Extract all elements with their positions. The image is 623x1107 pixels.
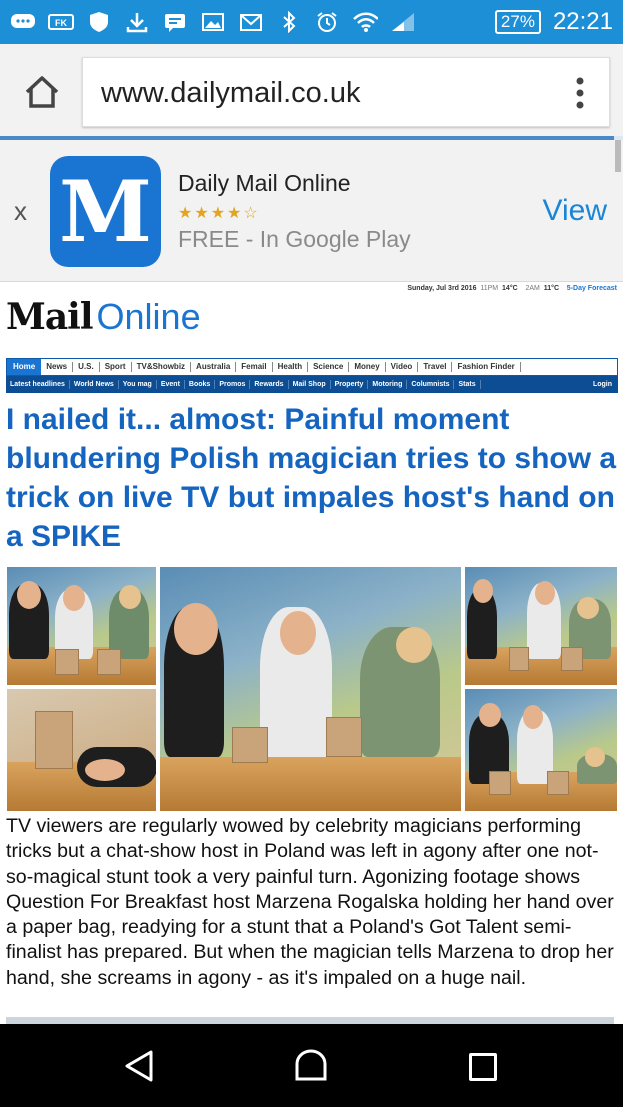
gmail-icon — [238, 11, 264, 33]
nav-item-australia[interactable]: Australia — [191, 362, 237, 372]
subnav-item-event[interactable]: Event — [157, 380, 185, 389]
fk-icon: FK — [48, 11, 74, 33]
back-icon[interactable] — [123, 1049, 155, 1088]
home-nav-icon[interactable] — [293, 1047, 329, 1088]
photo-4 — [464, 566, 618, 686]
logo-online: Online — [96, 296, 201, 337]
subnav-item-columnists[interactable]: Columnists — [407, 380, 455, 389]
url-bar[interactable]: www.dailymail.co.uk — [82, 57, 610, 127]
app-price-store: FREE - In Google Play — [178, 226, 411, 252]
notification-icons: FK — [10, 11, 416, 33]
nav-item-tv-showbiz[interactable]: TV&Showbiz — [132, 362, 192, 372]
banner-close-button[interactable]: x — [14, 196, 27, 227]
date-text: Sunday, Jul 3rd 2016 — [407, 285, 477, 292]
photo-3 — [159, 566, 462, 812]
photo-1 — [6, 566, 157, 686]
nav-item-news[interactable]: News — [41, 362, 74, 372]
system-navigation-bar — [0, 1024, 623, 1107]
forecast-time-2: 2AM — [525, 285, 540, 292]
wifi-icon — [352, 11, 378, 33]
nav-item-sport[interactable]: Sport — [100, 362, 132, 372]
login-link[interactable]: Login — [593, 381, 618, 388]
nav-item-health[interactable]: Health — [273, 362, 309, 372]
chat-icon — [10, 11, 36, 33]
download-icon — [124, 11, 150, 33]
article-photo-collage[interactable] — [6, 566, 618, 812]
subnav-item-property[interactable]: Property — [331, 380, 369, 389]
dateline: Sunday, Jul 3rd 2016 11PM 14°C 2AM 11°C … — [407, 285, 617, 292]
daily-mail-app-icon: M — [50, 156, 161, 267]
nav-item-femail[interactable]: Femail — [236, 362, 273, 372]
subnav-item-world-news[interactable]: World News — [70, 380, 119, 389]
subnav-item-rewards[interactable]: Rewards — [250, 380, 289, 389]
mailonline-logo[interactable]: Mail Online — [6, 296, 201, 344]
article-headline[interactable]: I nailed it... almost: Painful moment bl… — [6, 400, 618, 556]
nav-item-fashion-finder[interactable]: Fashion Finder — [452, 362, 521, 372]
logo-mail: Mail — [6, 296, 94, 338]
article-body: TV viewers are regularly wowed by celebr… — [6, 815, 614, 989]
subnav-item-you-mag[interactable]: You mag — [119, 380, 157, 389]
clock: 22:21 — [552, 8, 613, 35]
url-text[interactable]: www.dailymail.co.uk — [101, 77, 360, 110]
secondary-nav: Latest headlines World News You mag Event Bo… — [6, 376, 618, 393]
subnav-item-books[interactable]: Books — [185, 380, 216, 389]
message-icon — [162, 11, 188, 33]
subnav-item-mail-shop[interactable]: Mail Shop — [289, 380, 331, 389]
nav-item-travel[interactable]: Travel — [418, 362, 453, 372]
app-name: Daily Mail Online — [178, 170, 351, 196]
scrollbar-thumb[interactable] — [615, 140, 621, 172]
nav-item-u-s-[interactable]: U.S. — [73, 362, 100, 372]
photo-2 — [6, 688, 157, 812]
subnav-item-stats[interactable]: Stats — [454, 380, 481, 389]
subnav-item-promos[interactable]: Promos — [215, 380, 251, 389]
status-bar: FK 27% 22:21 — [0, 0, 623, 44]
nav-item-science[interactable]: Science — [308, 362, 350, 372]
web-page: Sunday, Jul 3rd 2016 11PM 14°C 2AM 11°C … — [0, 282, 623, 1024]
shield-icon — [86, 11, 112, 33]
alarm-icon — [314, 11, 340, 33]
app-icon-letter: M — [59, 162, 152, 261]
share-bar-partial — [6, 1017, 614, 1024]
view-app-button[interactable]: View — [543, 194, 607, 228]
forecast-temp-1: 14°C — [502, 285, 518, 292]
signal-icon — [390, 11, 416, 33]
bluetooth-icon — [276, 11, 302, 33]
nav-item-video[interactable]: Video — [386, 362, 419, 372]
svg-text:FK: FK — [55, 18, 67, 28]
subnav-item-latest-headlines[interactable]: Latest headlines — [6, 380, 70, 389]
app-rating-stars: ★★★★☆ — [178, 205, 260, 222]
browser-toolbar: www.dailymail.co.uk — [0, 44, 623, 136]
photo-5 — [464, 688, 618, 812]
recent-apps-icon[interactable] — [469, 1053, 497, 1081]
nav-item-home[interactable]: Home — [7, 359, 42, 375]
app-install-banner: x M Daily Mail Online ★★★★☆ FREE - In Go… — [0, 140, 623, 282]
nav-item-money[interactable]: Money — [349, 362, 386, 372]
forecast-time-1: 11PM — [480, 285, 499, 292]
subnav-item-motoring[interactable]: Motoring — [368, 380, 408, 389]
battery-indicator: 27% — [494, 10, 541, 34]
overflow-menu-icon[interactable] — [573, 76, 587, 110]
primary-nav: Home News U.S. Sport TV&Showbiz Australia Fema… — [6, 358, 618, 376]
five-day-forecast-link[interactable]: 5-Day Forecast — [567, 285, 617, 292]
home-icon[interactable] — [22, 74, 62, 110]
image-icon — [200, 11, 226, 33]
forecast-temp-2: 11°C — [543, 285, 560, 292]
